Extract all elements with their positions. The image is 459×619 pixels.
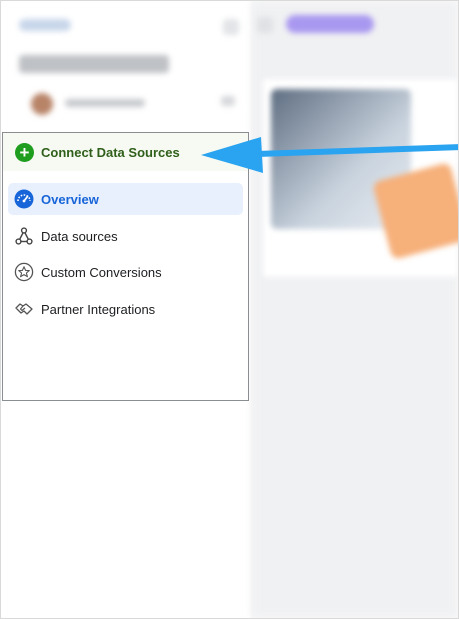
nav-item-custom-conversions[interactable]: Custom Conversions [8, 256, 243, 288]
nav-item-label: Overview [41, 191, 99, 207]
callout-arrow [201, 137, 458, 173]
handshake-icon [13, 298, 35, 320]
nav-item-overview[interactable]: Overview [8, 183, 243, 215]
background-icon-button [223, 19, 239, 35]
data-sources-icon [13, 225, 35, 247]
nav-item-data-sources[interactable]: Data sources [8, 220, 243, 252]
background-account-name [65, 99, 145, 107]
background-page-title [19, 55, 169, 73]
background-logo [19, 19, 71, 31]
connect-data-sources-label: Connect Data Sources [41, 144, 180, 160]
screenshot-frame: + Connect Data Sources Overview Data sou… [0, 0, 459, 619]
nav-item-label: Partner Integrations [41, 301, 156, 317]
background-avatar [31, 93, 53, 115]
nav-item-label: Data sources [41, 228, 118, 244]
nav-item-label: Custom Conversions [41, 264, 162, 280]
background-pill-button [286, 15, 374, 33]
background-toolbar-icon [257, 17, 273, 33]
star-circle-icon [13, 261, 35, 283]
dashboard-icon [13, 188, 35, 210]
nav-item-partner-integrations[interactable]: Partner Integrations [8, 293, 243, 325]
background-chevron-icon [221, 96, 235, 106]
plus-circle-icon: + [15, 142, 34, 162]
